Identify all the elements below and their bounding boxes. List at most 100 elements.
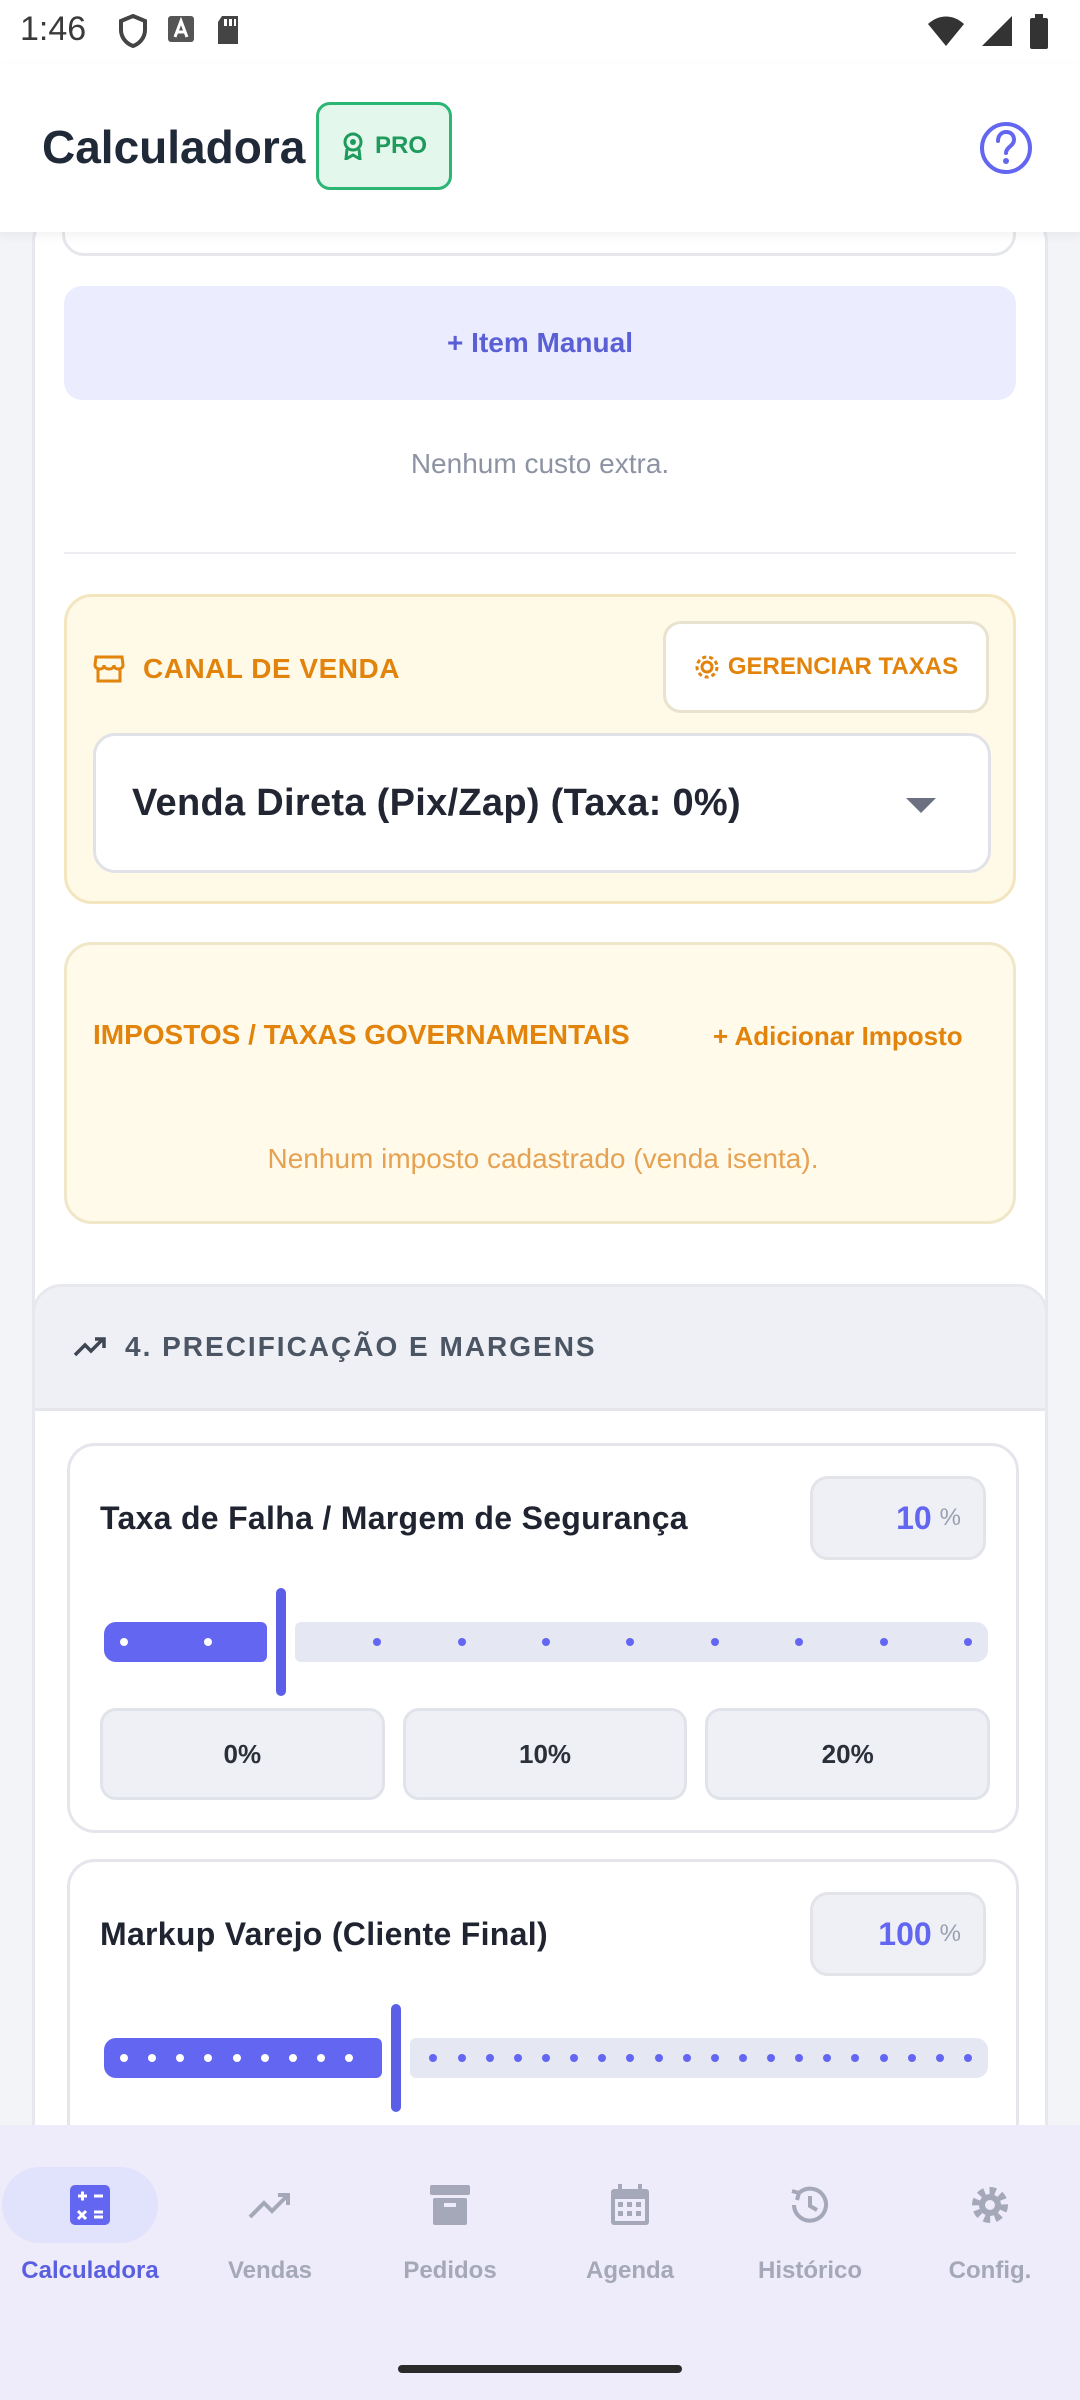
add-manual-item-button[interactable]: + Item Manual [64, 286, 1016, 400]
retail-markup-value-input[interactable]: 100 % [810, 1892, 986, 1976]
retail-markup-slider-tick [710, 2054, 719, 2062]
previous-input-field[interactable] [62, 232, 1016, 256]
failure-rate-slider-tick [120, 1638, 128, 1646]
retail-markup-slider-tick [120, 2054, 128, 2062]
page-title: Calculadora [42, 121, 306, 173]
wifi-icon [928, 16, 964, 46]
failure-rate-slider-thumb[interactable] [276, 1588, 286, 1696]
nav-label: Pedidos [403, 2257, 497, 2284]
nav-item-pedidos[interactable]: Pedidos [360, 2155, 540, 2305]
sales-channel-select[interactable]: Venda Direta (Pix/Zap) (Taxa: 0%) [93, 733, 991, 873]
retail-markup-slider-tick [907, 2054, 916, 2062]
nav-label: Calculadora [21, 2257, 159, 2284]
retail-markup-unit: % [939, 1920, 961, 1947]
retail-markup-slider-tick [935, 2054, 944, 2062]
calendar-icon [611, 2184, 649, 2225]
failure-rate-slider-active-track [104, 1622, 267, 1662]
empty-extra-costs-text: Nenhum custo extra. [410, 448, 670, 479]
taxes-card: IMPOSTOS / TAXAS GOVERNAMENTAIS + Adicio… [64, 942, 1016, 1224]
retail-markup-slider-tick [964, 2054, 972, 2062]
taxes-title: IMPOSTOS / TAXAS GOVERNAMENTAIS [93, 1019, 630, 1050]
bottom-navigation: Calculadora Vendas Pedidos Agenda Histór… [0, 2125, 1080, 2400]
history-icon [791, 2186, 828, 2223]
failure-rate-slider-tick [710, 1638, 719, 1646]
retail-markup-slider-tick [738, 2054, 747, 2062]
retail-markup-slider-active-track [104, 2038, 382, 2078]
main-content[interactable]: + Item Manual Nenhum custo extra. CANAL … [0, 232, 1080, 2125]
failure-rate-value: 10 [896, 1499, 932, 1536]
gear-icon [695, 655, 719, 679]
award-icon [343, 132, 363, 160]
nav-label: Config. [948, 2257, 1032, 2284]
nav-label: Histórico [757, 2257, 862, 2284]
help-circle-icon[interactable] [978, 120, 1034, 176]
app-header: Calculadora PRO [0, 64, 1080, 232]
failure-rate-slider-tick [964, 1638, 972, 1646]
archive-box-icon [430, 2185, 470, 2225]
manage-fees-label: GERENCIAR TAXAS [727, 653, 959, 680]
trending-up-icon [73, 1337, 106, 1357]
preset-20-button[interactable]: 20% [705, 1708, 991, 1800]
retail-markup-slider-inactive-track [410, 2038, 988, 2078]
trending-up-icon [248, 2193, 290, 2219]
nav-item-config[interactable]: Config. [900, 2155, 1080, 2305]
failure-rate-slider-tick [879, 1638, 888, 1646]
gesture-bar [398, 2365, 682, 2373]
pricing-section: 4. PRECIFICAÇÃO E MARGENS Taxa de Falha … [32, 1284, 1048, 2125]
retail-markup-slider-tick [288, 2054, 297, 2062]
failure-rate-card: Taxa de Falha / Margem de Segurança 10 %… [67, 1443, 1019, 1833]
retail-markup-slider-tick [485, 2054, 494, 2062]
preset-10-button[interactable]: 10% [402, 1708, 688, 1800]
empty-taxes-text: Nenhum imposto cadastrado (venda isenta)… [267, 1143, 819, 1174]
pricing-section-title: 4. PRECIFICAÇÃO E MARGENS [125, 1331, 597, 1362]
status-time: 1:46 [20, 10, 87, 48]
retail-markup-slider-tick [232, 2054, 241, 2062]
nav-item-agenda[interactable]: Agenda [540, 2155, 720, 2305]
nav-item-vendas[interactable]: Vendas [180, 2155, 360, 2305]
signal-icon [982, 16, 1012, 46]
divider [64, 552, 1016, 554]
failure-rate-slider[interactable] [104, 1588, 988, 1696]
retail-markup-label: Markup Varejo (Cliente Final) [100, 1916, 548, 1952]
retail-markup-slider-tick [316, 2054, 325, 2062]
manage-fees-button[interactable]: GERENCIAR TAXAS [663, 621, 989, 713]
gear-icon [972, 2187, 1008, 2223]
nav-item-calculadora[interactable]: Calculadora [0, 2155, 180, 2305]
retail-markup-slider-thumb[interactable] [391, 2004, 401, 2112]
retail-markup-slider-tick [513, 2054, 522, 2062]
retail-markup-slider-tick [654, 2054, 663, 2062]
failure-rate-value-input[interactable]: 10 % [810, 1476, 986, 1560]
chevron-down-icon [906, 798, 936, 813]
nav-label: Vendas [227, 2257, 313, 2284]
store-icon [93, 655, 125, 683]
retail-markup-slider-tick [457, 2054, 466, 2062]
failure-rate-unit: % [939, 1504, 961, 1531]
failure-rate-presets: 0% 10% 20% [100, 1708, 991, 1800]
pro-badge[interactable]: PRO [316, 102, 452, 190]
calculator-icon [70, 2185, 110, 2225]
failure-rate-slider-tick [457, 1638, 466, 1646]
sd-card-icon [218, 16, 238, 44]
retail-markup-slider-tick [879, 2054, 888, 2062]
sales-channel-card: CANAL DE VENDA GERENCIAR TAXAS Venda Dir… [64, 594, 1016, 904]
nav-item-historico[interactable]: Histórico [720, 2155, 900, 2305]
failure-rate-slider-tick [542, 1638, 550, 1646]
retail-markup-slider-tick [767, 2054, 776, 2062]
pro-badge-label: PRO [374, 132, 427, 159]
battery-icon [1030, 14, 1048, 49]
retail-markup-slider-tick [682, 2054, 691, 2062]
status-bar: 1:46 [0, 0, 1080, 64]
retail-markup-slider-tick [260, 2054, 269, 2062]
font-a-icon [168, 16, 194, 42]
retail-markup-card: Markup Varejo (Cliente Final) 100 % [67, 1859, 1019, 2125]
add-tax-link[interactable]: + Adicionar Imposto [713, 1021, 963, 1052]
retail-markup-slider-tick [542, 2054, 550, 2062]
pricing-section-header[interactable]: 4. PRECIFICAÇÃO E MARGENS [35, 1287, 1045, 1411]
retail-markup-slider[interactable] [104, 2004, 988, 2112]
retail-markup-slider-tick [345, 2054, 354, 2062]
sales-channel-selected-value: Venda Direta (Pix/Zap) (Taxa: 0%) [132, 782, 741, 824]
sales-channel-title: CANAL DE VENDA [143, 653, 400, 684]
shield-icon [119, 14, 147, 48]
preset-0-button[interactable]: 0% [100, 1708, 385, 1800]
retail-markup-value: 100 [878, 1915, 932, 1952]
